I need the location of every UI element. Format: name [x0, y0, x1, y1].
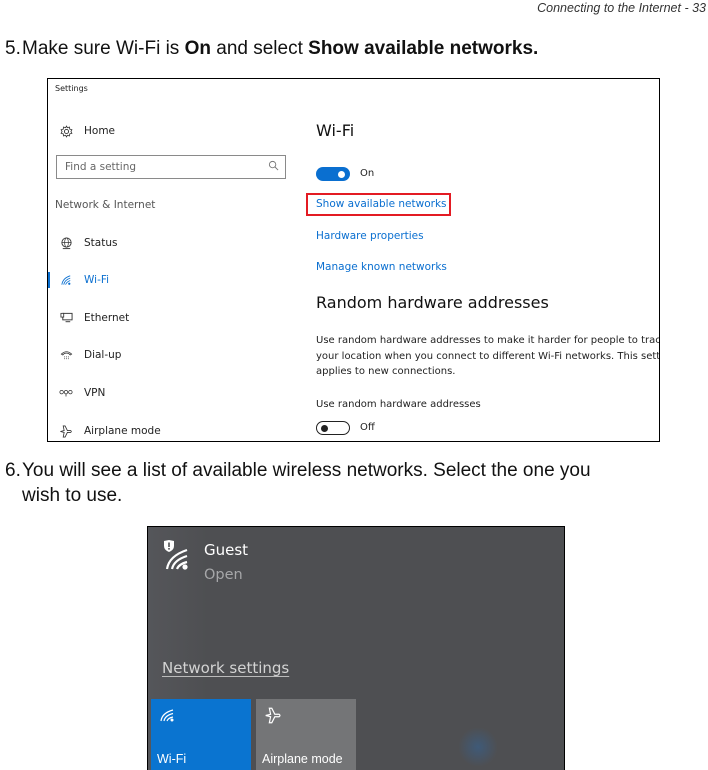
- step-bold-on: On: [184, 38, 211, 59]
- show-available-networks-link[interactable]: Show available networks: [316, 198, 447, 210]
- toggle-knob: [338, 170, 345, 178]
- toggle-knob: [321, 424, 328, 432]
- wifi-quick-action-tile[interactable]: Wi-Fi: [151, 699, 251, 770]
- sidebar-item-label: Status: [84, 237, 118, 249]
- airplane-mode-quick-action-tile[interactable]: Airplane mode: [256, 699, 356, 770]
- sidebar-item-wifi[interactable]: Wi-Fi: [48, 270, 288, 290]
- sidebar-item-status[interactable]: Status: [48, 233, 288, 253]
- tile-label: Wi-Fi: [157, 752, 187, 766]
- step-text: wish to use.: [22, 485, 123, 506]
- page-title: Wi-Fi: [316, 121, 355, 140]
- section-heading: Random hardware addresses: [316, 293, 549, 312]
- step-text: You will see a list of available wireles…: [22, 460, 591, 481]
- wifi-toggle[interactable]: [316, 167, 350, 181]
- sidebar-item-label: Dial-up: [84, 349, 122, 361]
- step-text: and select: [210, 38, 309, 59]
- network-flyout-screenshot: Guest Open Network settings Wi-Fi Airpla…: [147, 526, 565, 770]
- manage-known-networks-link[interactable]: Manage known networks: [316, 261, 447, 273]
- page-header: Connecting to the Internet - 33: [537, 1, 706, 15]
- sidebar-item-label: Ethernet: [84, 312, 130, 324]
- sidebar-item-label: VPN: [84, 387, 106, 399]
- airplane-icon: [58, 425, 74, 438]
- sidebar-item-label: Home: [84, 125, 116, 137]
- sidebar-item-airplane-mode[interactable]: Airplane mode: [48, 421, 288, 441]
- random-addresses-toggle[interactable]: [316, 421, 350, 435]
- search-placeholder: Find a setting: [65, 161, 137, 173]
- app-title: Settings: [55, 84, 88, 93]
- search-input[interactable]: Find a setting: [56, 155, 286, 179]
- sidebar-item-label: Wi-Fi: [84, 274, 110, 286]
- wifi-warning-icon: [162, 540, 190, 570]
- random-addresses-toggle-state: Off: [360, 422, 375, 433]
- step-text: Make sure Wi-Fi is: [22, 38, 185, 59]
- tile-label: Airplane mode: [262, 752, 343, 766]
- wifi-icon: [58, 274, 74, 286]
- sidebar-item-label: Airplane mode: [84, 425, 161, 437]
- airplane-icon: [264, 707, 282, 728]
- globe-icon: [58, 236, 74, 250]
- sidebar-item-ethernet[interactable]: Ethernet: [48, 308, 288, 328]
- section-description: Use random hardware addresses to make it…: [316, 335, 660, 377]
- step-number: 6.: [5, 460, 21, 481]
- hardware-properties-link[interactable]: Hardware properties: [316, 230, 424, 242]
- vpn-icon: [58, 388, 74, 398]
- step-bold-show-networks: Show available networks.: [308, 38, 539, 59]
- network-status: Open: [204, 567, 243, 583]
- wifi-icon: [159, 707, 175, 726]
- step-number: 5.: [5, 38, 21, 59]
- section-label: Network & Internet: [55, 199, 156, 211]
- search-icon[interactable]: [268, 160, 279, 174]
- wifi-toggle-state: On: [360, 168, 375, 179]
- sidebar-item-dialup[interactable]: Dial-up: [48, 345, 288, 365]
- step-5-instruction: 5.Make sure Wi-Fi is On and select Show …: [5, 36, 538, 61]
- sidebar-item-vpn[interactable]: VPN: [48, 383, 288, 403]
- network-settings-link[interactable]: Network settings: [162, 659, 289, 677]
- settings-window-screenshot: Settings Home Find a setting Network & I…: [47, 78, 660, 442]
- ethernet-icon: [58, 312, 74, 324]
- phone-icon: [58, 349, 74, 361]
- gear-icon: [58, 124, 74, 138]
- setting-label: Use random hardware addresses: [316, 399, 481, 410]
- step-6-instruction: 6.You will see a list of available wirel…: [5, 458, 705, 508]
- network-name: Guest: [204, 541, 249, 559]
- sidebar-item-home[interactable]: Home: [48, 121, 288, 141]
- background-blur: [458, 727, 498, 767]
- network-list-item[interactable]: Guest Open: [148, 527, 564, 597]
